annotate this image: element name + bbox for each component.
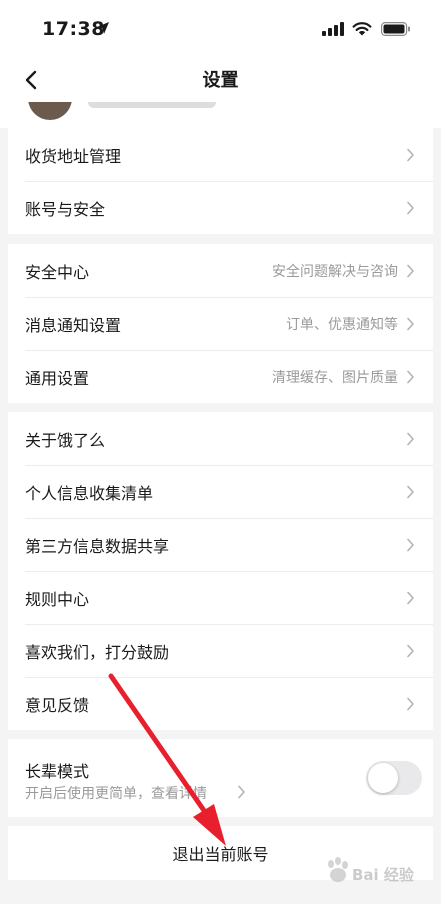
settings-item-notifications[interactable]: 消息通知设置 订单、优惠通知等 <box>8 297 433 350</box>
chevron-right-icon <box>407 264 414 277</box>
settings-item-general[interactable]: 通用设置 清理缓存、图片质量 <box>8 350 433 403</box>
settings-item-account-security[interactable]: 账号与安全 <box>8 181 433 234</box>
settings-item-label: 第三方信息数据共享 <box>25 536 170 556</box>
settings-item-label: 通用设置 <box>25 368 90 388</box>
chevron-right-icon <box>407 148 414 161</box>
cellular-signal-icon <box>322 22 344 36</box>
settings-item-label: 收货地址管理 <box>25 146 122 166</box>
elder-mode-details-link[interactable]: 开启后使用更简单，查看详情 <box>25 783 207 803</box>
settings-group-about: 关于饿了么 个人信息收集清单 第三方信息数据共享 规则中心 喜欢我们，打分鼓励 … <box>8 412 433 730</box>
chevron-right-icon <box>407 644 414 657</box>
watermark-text: Bai 经验 <box>352 866 414 884</box>
settings-item-label: 意见反馈 <box>25 695 90 715</box>
logout-label: 退出当前账号 <box>172 845 269 864</box>
settings-item-label: 喜欢我们，打分鼓励 <box>25 642 170 662</box>
settings-item-about[interactable]: 关于饿了么 <box>8 412 433 465</box>
settings-item-address[interactable]: 收货地址管理 <box>8 128 433 181</box>
page-title: 设置 <box>202 70 239 91</box>
settings-item-feedback[interactable]: 意见反馈 <box>8 677 433 730</box>
username-blurred <box>88 102 216 108</box>
location-arrow-icon <box>97 22 109 34</box>
settings-group-account: 收货地址管理 账号与安全 <box>8 128 433 234</box>
battery-icon <box>381 22 410 36</box>
settings-item-personal-info-list[interactable]: 个人信息收集清单 <box>8 465 433 518</box>
elder-mode-title: 长辈模式 <box>25 762 90 781</box>
chevron-right-icon <box>407 317 414 330</box>
chevron-right-icon <box>407 485 414 498</box>
toggle-knob <box>368 763 398 793</box>
elder-mode-toggle[interactable] <box>366 761 422 795</box>
nav-bar: 设置 <box>0 58 441 102</box>
settings-item-rules-center[interactable]: 规则中心 <box>8 571 433 624</box>
settings-item-rate-us[interactable]: 喜欢我们，打分鼓励 <box>8 624 433 677</box>
settings-item-label: 规则中心 <box>25 589 90 609</box>
settings-group-general: 安全中心 安全问题解决与咨询 消息通知设置 订单、优惠通知等 通用设置 清理缓存… <box>8 244 433 403</box>
settings-item-hint: 订单、优惠通知等 <box>286 316 398 333</box>
settings-item-label: 账号与安全 <box>25 199 106 219</box>
chevron-right-icon <box>407 432 414 445</box>
chevron-right-icon <box>407 370 414 383</box>
elder-mode-card: 长辈模式 开启后使用更简单，查看详情 <box>8 739 433 817</box>
wifi-icon <box>352 22 372 36</box>
settings-item-label: 个人信息收集清单 <box>25 483 154 503</box>
settings-item-hint: 清理缓存、图片质量 <box>272 369 398 386</box>
settings-item-third-party-sharing[interactable]: 第三方信息数据共享 <box>8 518 433 571</box>
chevron-right-icon <box>407 697 414 710</box>
chevron-right-icon <box>407 538 414 551</box>
settings-item-label: 安全中心 <box>25 262 90 282</box>
settings-item-hint: 安全问题解决与咨询 <box>272 263 398 280</box>
settings-item-security-center[interactable]: 安全中心 安全问题解决与咨询 <box>8 244 433 297</box>
settings-item-label: 关于饿了么 <box>25 430 106 450</box>
chevron-right-icon <box>238 785 245 799</box>
settings-item-label: 消息通知设置 <box>25 315 122 335</box>
profile-card[interactable] <box>0 102 441 128</box>
chevron-right-icon <box>407 591 414 604</box>
paw-icon <box>328 857 348 882</box>
avatar <box>28 102 72 120</box>
status-bar: 17:38 <box>0 0 441 58</box>
chevron-right-icon <box>407 201 414 214</box>
